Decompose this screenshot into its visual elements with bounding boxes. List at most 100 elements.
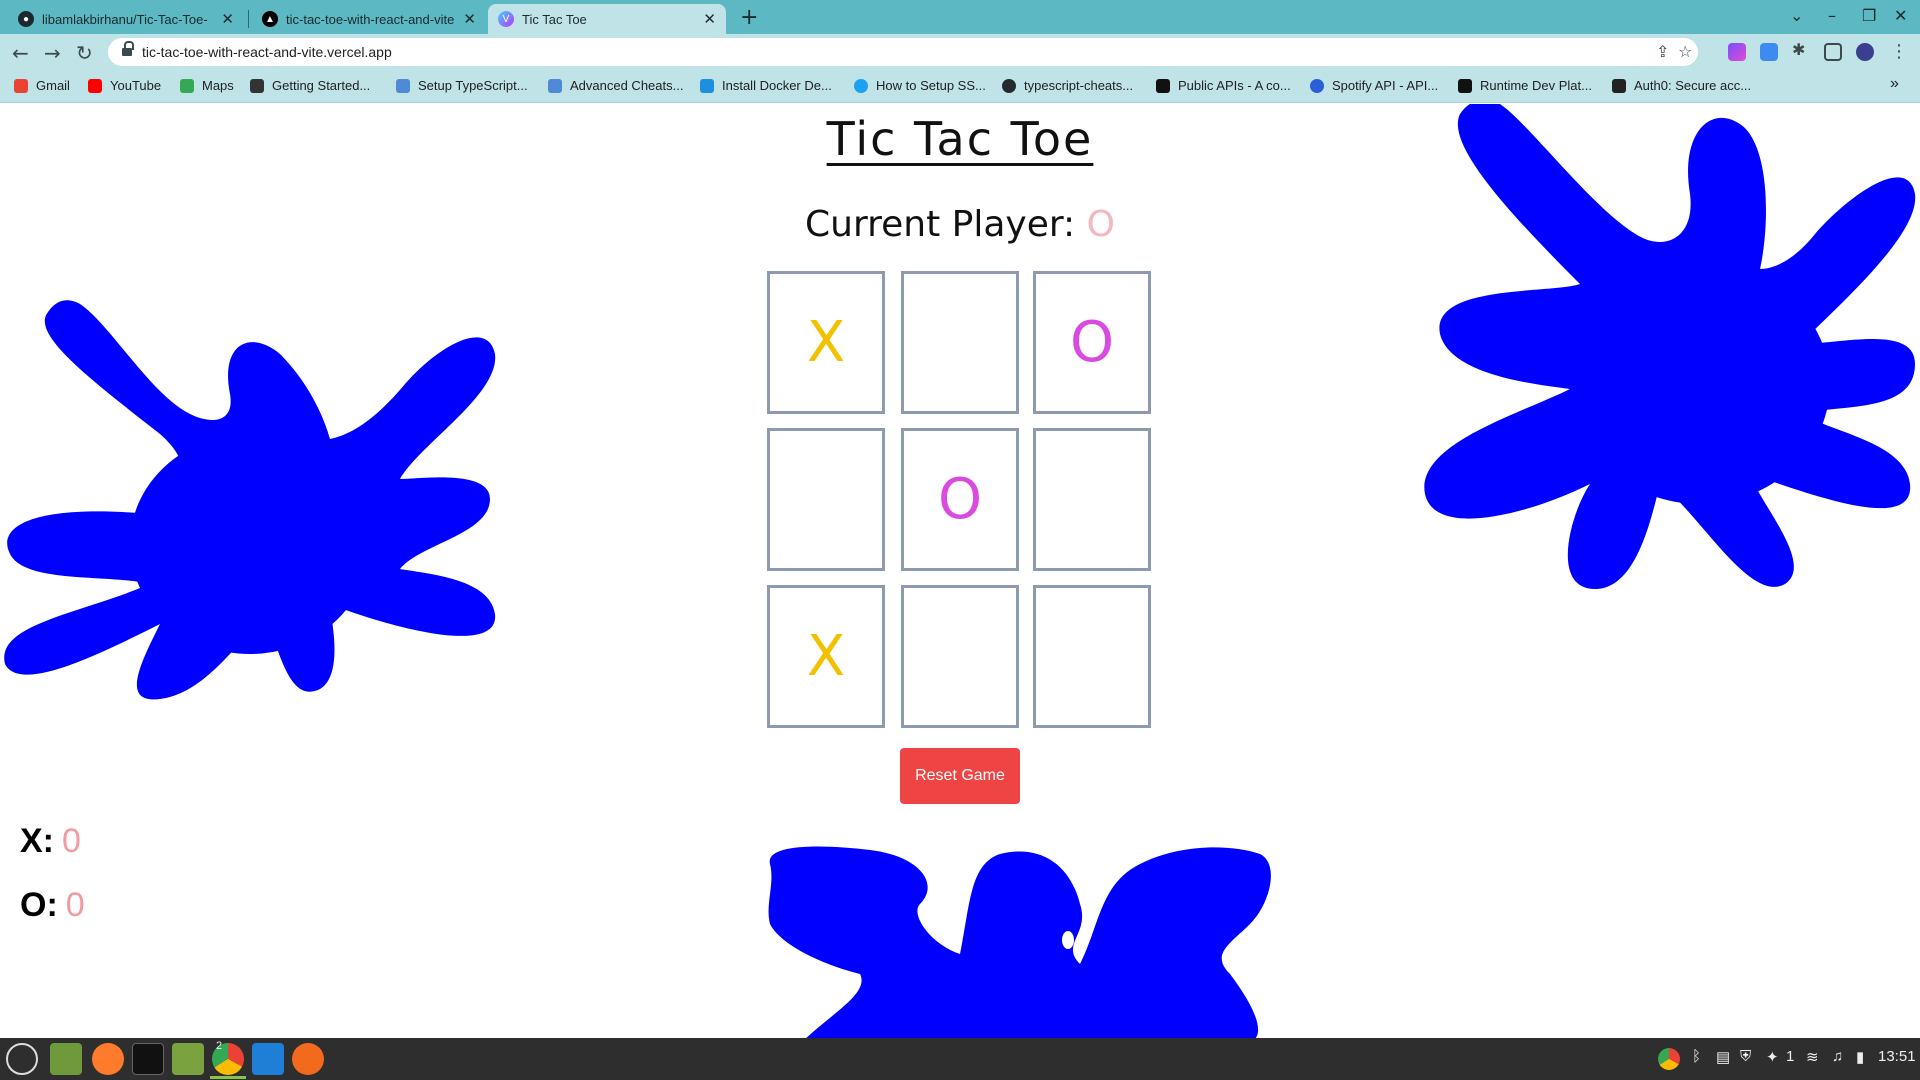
sound-icon[interactable]: ♫ [1832, 1048, 1843, 1065]
board-cell[interactable] [901, 585, 1019, 728]
bookmark-auth0[interactable]: Auth0: Secure acc... [1612, 78, 1751, 93]
files-icon[interactable] [172, 1043, 204, 1075]
bookmark-label: Install Docker De... [722, 78, 832, 93]
close-tab-icon[interactable]: ✕ [703, 10, 716, 28]
bookmark-icon [250, 78, 264, 93]
current-player-value: O [1086, 204, 1115, 245]
bookmark-label: typescript-cheats... [1024, 78, 1134, 93]
share-icon[interactable]: ⇪ [1656, 42, 1669, 61]
bookmark-how-to-setup[interactable]: How to Setup SS... [854, 78, 986, 93]
shield-icon[interactable]: ⛨ [1740, 1048, 1751, 1065]
bookmark-advanced-cheats[interactable]: Advanced Cheats... [548, 78, 683, 93]
chrome-tray-icon[interactable] [1658, 1048, 1680, 1070]
board-cell[interactable] [1033, 585, 1151, 728]
more-bookmarks-icon[interactable]: » [1890, 75, 1899, 93]
url-text[interactable]: tic-tac-toe-with-react-and-vite.vercel.a… [142, 44, 392, 60]
reload-icon[interactable]: ↻ [76, 41, 93, 65]
bookmark-label: How to Setup SS... [876, 78, 986, 93]
bookmark-label: Spotify API - API... [1332, 78, 1439, 93]
avatar[interactable] [1856, 43, 1874, 61]
bookmark-star-icon[interactable]: ☆ [1678, 42, 1692, 61]
battery-icon[interactable]: ▮ [1856, 1048, 1864, 1066]
forward-icon[interactable]: → [44, 41, 61, 65]
firefox-icon[interactable] [92, 1043, 124, 1075]
show-desktop-icon[interactable] [50, 1043, 82, 1075]
back-icon[interactable]: ← [12, 41, 29, 65]
bookmark-icon [1310, 78, 1324, 93]
bookmark-typescript-cheats[interactable]: typescript-cheats... [1002, 78, 1133, 93]
close-window-icon[interactable]: ✕ [1894, 6, 1907, 25]
vscode-icon[interactable] [252, 1043, 284, 1075]
menu-icon[interactable]: ⋮ [1890, 41, 1908, 62]
terminal-icon[interactable] [132, 1043, 164, 1075]
board-cell[interactable] [901, 271, 1019, 414]
bookmark-gmail[interactable]: Gmail [14, 78, 70, 93]
minimize-icon[interactable]: – [1828, 6, 1836, 25]
tab-vercel[interactable]: ▲ tic-tac-toe-with-react-and-vite ✕ [252, 4, 486, 34]
board-cell[interactable]: O [901, 428, 1019, 571]
bookmark-icon [1156, 78, 1170, 93]
bookmark-spotify-api[interactable]: Spotify API - API... [1310, 78, 1438, 93]
game-board: X O O X [767, 271, 1153, 733]
game-page: Tic Tac Toe Current Player: O X O O X Re… [0, 104, 1920, 1038]
notification-icon[interactable]: ✦ [1766, 1048, 1779, 1066]
tab-github[interactable]: ● libamlakbirhanu/Tic-Tac-Toe- ✕ [8, 4, 244, 34]
score-value: 0 [62, 822, 81, 860]
side-panel-icon[interactable] [1824, 43, 1842, 61]
bookmark-maps[interactable]: Maps [180, 78, 234, 93]
app-icon[interactable] [292, 1043, 324, 1075]
auth0-icon [1612, 78, 1626, 93]
wifi-icon[interactable]: ≋ [1806, 1048, 1819, 1066]
close-tab-icon[interactable]: ✕ [221, 10, 234, 28]
bookmark-label: Setup TypeScript... [418, 78, 528, 93]
page-title-text: Tic Tac Toe [826, 112, 1094, 166]
board-cell[interactable]: O [1033, 271, 1151, 414]
bookmark-runtime-dev[interactable]: Runtime Dev Plat... [1458, 78, 1592, 93]
paint-splat-left [4, 300, 496, 700]
clock[interactable]: 13:51 [1878, 1048, 1916, 1065]
page-title: Tic Tac Toe [0, 112, 1920, 166]
bookmark-label: Gmail [36, 78, 70, 93]
mint-menu-icon[interactable] [6, 1043, 38, 1075]
bookmark-icon [1458, 78, 1472, 93]
github-icon: ● [18, 11, 34, 27]
bookmark-label: Getting Started... [272, 78, 371, 93]
bluetooth-icon[interactable]: ᛒ [1692, 1048, 1701, 1065]
browser-toolbar: ← → ↻ tic-tac-toe-with-react-and-vite.ve… [0, 34, 1920, 70]
docker-icon [700, 78, 714, 93]
extension-icon[interactable] [1760, 43, 1778, 61]
board-cell[interactable]: X [767, 271, 885, 414]
paint-splat-bottom [768, 846, 1271, 1038]
new-tab-button[interactable]: + [740, 5, 758, 30]
taskbar: 2 ᛒ ▤ ⛨ ✦ 1 ≋ ♫ ▮ 13:51 [0, 1038, 1920, 1080]
bookmark-label: Runtime Dev Plat... [1480, 78, 1592, 93]
tab-search-icon[interactable]: ⌄ [1790, 6, 1803, 25]
bookmark-public-apis[interactable]: Public APIs - A co... [1156, 78, 1291, 93]
puzzle-icon[interactable]: ✱ [1792, 40, 1810, 59]
lock-icon [122, 41, 134, 57]
address-bar[interactable]: tic-tac-toe-with-react-and-vite.vercel.a… [108, 38, 1698, 66]
bookmark-icon [548, 78, 562, 93]
workspace-indicator: 1 [1786, 1048, 1795, 1065]
bookmark-getting-started[interactable]: Getting Started... [250, 78, 370, 93]
bookmark-youtube[interactable]: YouTube [88, 78, 161, 93]
reset-game-button[interactable]: Reset Game [900, 748, 1020, 804]
score-x: X: 0 [20, 822, 81, 861]
bookmark-label: Auth0: Secure acc... [1634, 78, 1752, 93]
board-cell[interactable]: X [767, 585, 885, 728]
board-cell[interactable] [1033, 428, 1151, 571]
bookmark-install-docker[interactable]: Install Docker De... [700, 78, 832, 93]
bookmark-setup-typescript[interactable]: Setup TypeScript... [396, 78, 528, 93]
board-cell[interactable] [767, 428, 885, 571]
vercel-icon: ▲ [262, 11, 278, 27]
clipboard-icon[interactable]: ▤ [1716, 1048, 1730, 1066]
restore-icon[interactable]: ❐ [1862, 6, 1876, 25]
extension-icon[interactable] [1728, 43, 1746, 61]
close-tab-icon[interactable]: ✕ [463, 10, 476, 28]
score-label: X: [20, 822, 54, 860]
tab-tic-tac-toe[interactable]: V Tic Tac Toe ✕ [488, 4, 726, 34]
bookmark-icon [854, 78, 868, 93]
tab-separator [248, 10, 249, 28]
maps-icon [180, 78, 194, 93]
bookmark-icon [396, 78, 410, 93]
